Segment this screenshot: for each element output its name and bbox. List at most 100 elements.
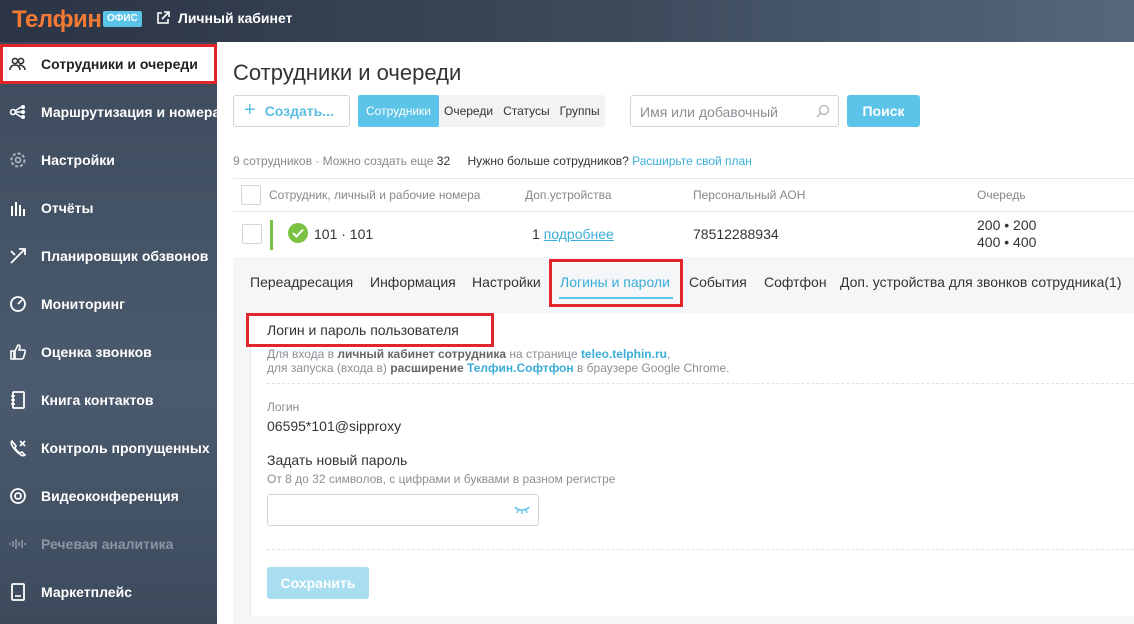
tab-employees[interactable]: Сотрудники <box>358 95 439 127</box>
sidebar-item-marketplace[interactable]: Маркетплейс <box>0 572 217 612</box>
sidebar-item-speech-analytics[interactable]: Речевая аналитика <box>0 524 217 564</box>
cabinet-url-link[interactable]: teleo.telphin.ru <box>581 347 667 361</box>
status-bar <box>270 220 273 250</box>
sidebar-item-label: Отчёты <box>41 200 94 216</box>
tab-statuses[interactable]: Статусы <box>498 95 555 127</box>
queue-1: 200 • 200 <box>977 217 1037 233</box>
routing-icon <box>8 102 28 122</box>
plus-icon: + <box>244 98 256 121</box>
search-input[interactable] <box>640 103 810 121</box>
save-button[interactable]: Сохранить <box>267 567 369 599</box>
search-button[interactable]: Поиск <box>847 95 920 127</box>
tab-forwarding[interactable]: Переадресация <box>250 274 353 290</box>
gauge-icon <box>8 294 28 314</box>
video-icon <box>8 486 28 506</box>
sidebar-item-label: Планировщик обзвонов <box>41 248 209 264</box>
dialer-icon <box>8 246 28 266</box>
missed-call-icon <box>8 438 28 458</box>
sidebar-item-routing[interactable]: Маршрутизация и номера <box>0 92 220 132</box>
caller-id: 78512288934 <box>693 226 779 242</box>
devices-details-link[interactable]: подробнее <box>544 226 614 242</box>
sidebar-item-employees-queues[interactable]: Сотрудники и очереди <box>0 44 217 84</box>
sidebar-item-video-conference[interactable]: Видеоконференция <box>0 476 217 516</box>
sidebar-item-label: Оценка звонков <box>41 344 152 360</box>
employee-name: 101 · 101 <box>314 226 374 242</box>
sidebar-item-label: Контроль пропущенных <box>41 440 210 456</box>
upgrade-plan-link[interactable]: Расширьте свой план <box>632 154 752 168</box>
sidebar-item-contacts[interactable]: Книга контактов <box>0 380 217 420</box>
gear-icon <box>8 150 28 170</box>
divider <box>267 383 1134 384</box>
sidebar-item-settings[interactable]: Настройки <box>0 140 217 180</box>
sidebar-item-missed-calls[interactable]: Контроль пропущенных <box>0 428 217 468</box>
sidebar-item-dialer[interactable]: Планировщик обзвонов <box>0 236 217 276</box>
employees-remaining: 32 <box>436 154 451 168</box>
section-title: Логин и пароль пользователя <box>267 322 459 338</box>
divider <box>267 549 1134 550</box>
table-row[interactable]: 101 · 101 1 подробнее 78512288934 200 • … <box>233 211 1134 257</box>
password-field <box>267 494 539 526</box>
column-header-employee[interactable]: Сотрудник, личный и рабочие номера <box>269 188 480 202</box>
employees-info: 9 сотрудников · Можно создать еще 32 Нуж… <box>233 154 752 168</box>
personal-cabinet-link[interactable]: Личный кабинет <box>156 8 292 28</box>
users-icon <box>8 54 28 74</box>
page-title: Сотрудники и очереди <box>233 60 462 85</box>
desc-text: в браузере Google Chrome. <box>576 361 730 375</box>
desc-text: для запуска (входа в) <box>267 361 387 375</box>
sidebar-item-label: Маркетплейс <box>41 584 132 600</box>
search-icon <box>816 104 830 118</box>
new-password-label: Задать новый пароль <box>267 452 408 468</box>
login-value: 06595*101@sipproxy <box>267 418 402 434</box>
active-tab-indicator <box>559 297 673 299</box>
contact-book-icon <box>8 390 28 410</box>
top-bar: Телфин ОФИС Личный кабинет <box>0 0 1134 42</box>
sidebar-item-label: Мониторинг <box>41 296 125 312</box>
tab-extra-devices[interactable]: Доп. устройства для звонков сотрудника(1… <box>840 274 1121 290</box>
sidebar: Сотрудники и очереди Маршрутизация и ном… <box>0 42 220 624</box>
tab-queues[interactable]: Очереди <box>439 95 498 127</box>
column-header-caller-id[interactable]: Персональный АОН <box>693 188 805 202</box>
softphone-extension-link[interactable]: Телфин.Софтфон <box>467 361 574 375</box>
select-all-checkbox[interactable] <box>241 185 261 205</box>
create-button-label: Создать... <box>264 103 334 119</box>
external-link-icon <box>157 11 170 24</box>
sidebar-item-label: Речевая аналитика <box>41 536 174 552</box>
tab-events[interactable]: События <box>689 274 747 290</box>
tab-softphone[interactable]: Софтфон <box>764 274 827 290</box>
eye-closed-icon[interactable] <box>514 506 530 514</box>
sidebar-item-monitoring[interactable]: Мониторинг <box>0 284 217 324</box>
description-line-2: для запуска (входа в) расширение Телфин.… <box>267 361 730 375</box>
search-box <box>630 95 839 127</box>
sidebar-item-call-rating[interactable]: Оценка звонков <box>0 332 217 372</box>
devices-cell: 1 подробнее <box>532 226 614 242</box>
sidebar-item-label: Видеоконференция <box>41 488 179 504</box>
tab-groups[interactable]: Группы <box>555 95 605 127</box>
marketplace-icon <box>8 582 28 602</box>
row-checkbox[interactable] <box>242 224 262 244</box>
desc-bold: расширение <box>390 361 464 375</box>
check-circle-icon <box>288 223 308 243</box>
desc-bold: личный кабинет сотрудника <box>337 347 507 361</box>
tab-logins-passwords[interactable]: Логины и пароли <box>560 274 670 290</box>
create-button[interactable]: + Создать... <box>233 95 350 127</box>
devices-count: 1 <box>532 226 540 242</box>
upgrade-prompt: Нужно больше сотрудников? <box>467 154 629 168</box>
table-header: Сотрудник, личный и рабочие номера Доп.у… <box>233 178 1134 211</box>
desc-text: на странице <box>509 347 578 361</box>
column-header-queue[interactable]: Очередь <box>977 188 1026 202</box>
desc-text: Для входа в <box>267 347 334 361</box>
tab-information[interactable]: Информация <box>370 274 456 290</box>
tab-settings[interactable]: Настройки <box>472 274 541 290</box>
sidebar-item-label: Сотрудники и очереди <box>41 56 198 72</box>
waveform-icon <box>8 534 28 554</box>
password-input[interactable] <box>276 502 506 520</box>
personal-cabinet-label: Личный кабинет <box>178 10 293 26</box>
bar-chart-icon <box>8 198 28 218</box>
employees-count-text: 9 сотрудников · Можно создать еще <box>233 154 434 168</box>
logo-badge: ОФИС <box>103 11 142 27</box>
logo[interactable]: Телфин <box>12 6 102 34</box>
sidebar-item-label: Настройки <box>41 152 115 168</box>
sidebar-item-reports[interactable]: Отчёты <box>0 188 217 228</box>
column-header-devices[interactable]: Доп.устройства <box>525 188 612 202</box>
description-line-1: Для входа в личный кабинет сотрудника на… <box>267 347 670 361</box>
